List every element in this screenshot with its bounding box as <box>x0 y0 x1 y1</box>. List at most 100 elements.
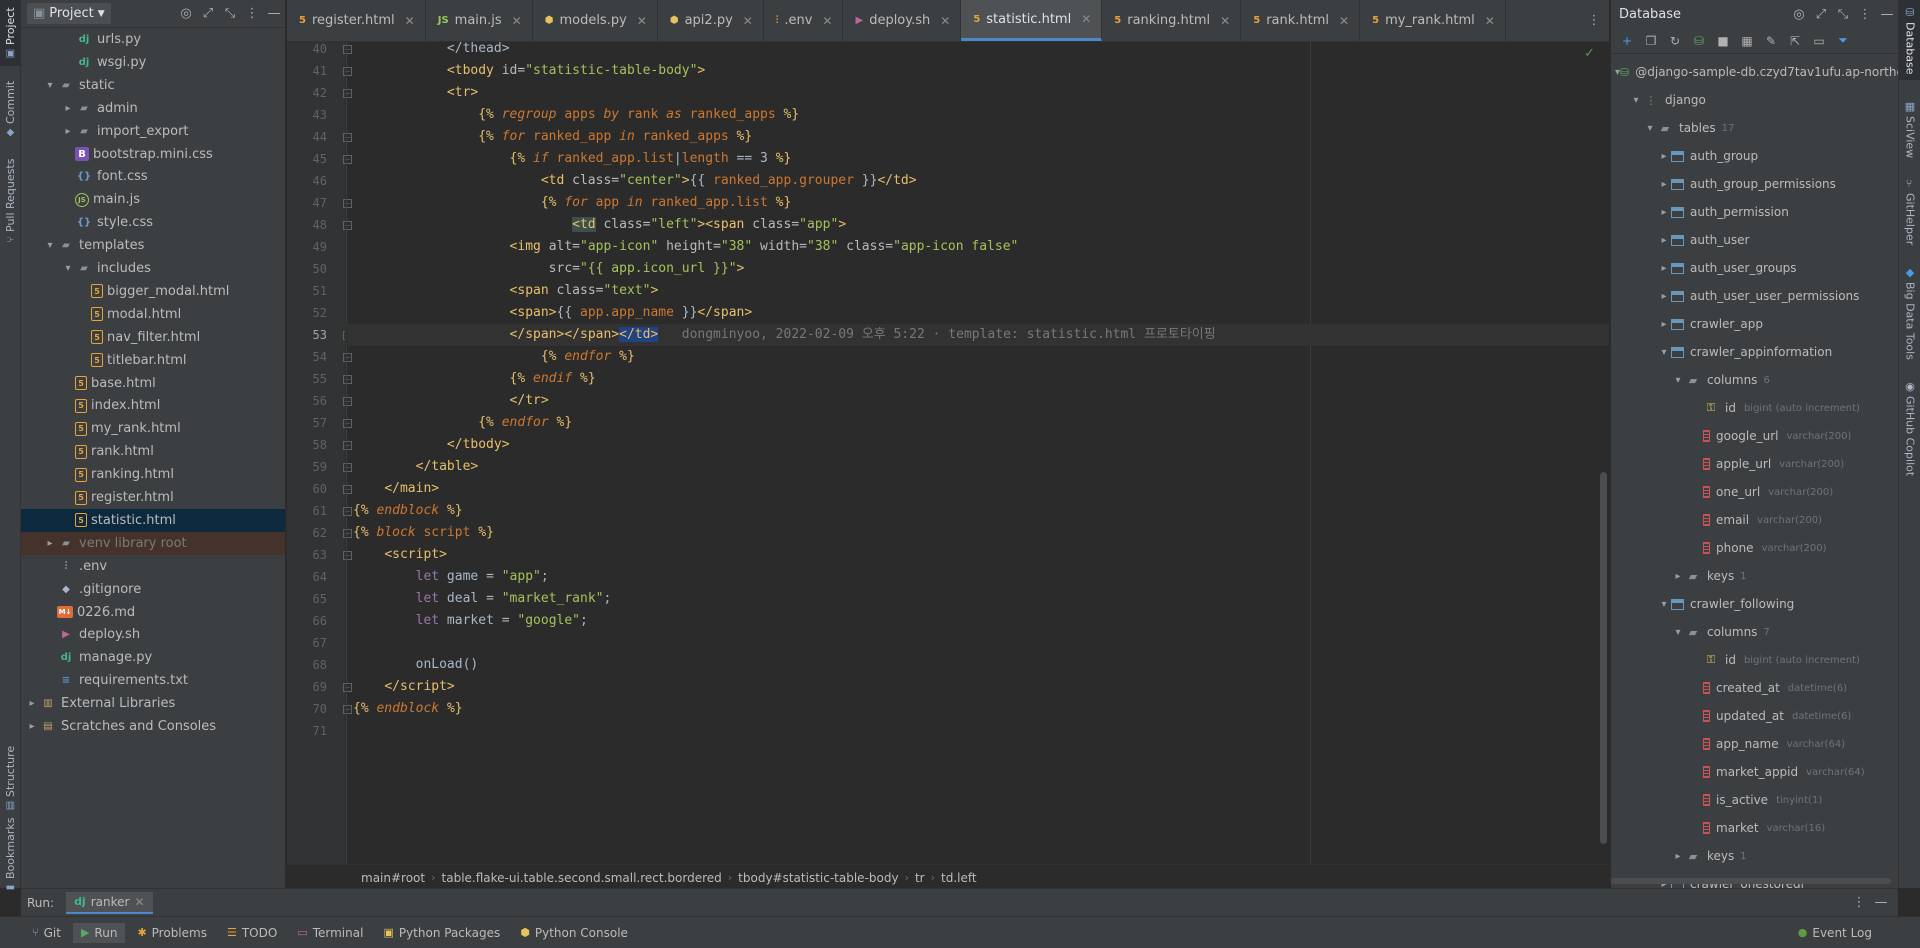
fold-close-icon[interactable]: − <box>343 397 352 406</box>
editor-tab[interactable]: ▶ deploy.sh ✕ <box>843 0 962 41</box>
project-tree-item[interactable]: 5 bigger_modal.html <box>21 280 285 303</box>
project-tree-item[interactable]: ▸ ▤ Scratches and Consoles <box>21 715 285 738</box>
project-tree-item[interactable]: dj wsgi.py <box>21 51 285 74</box>
collapse-all-icon[interactable]: ⤡ <box>1832 3 1854 25</box>
options-menu-icon[interactable]: ⋮ <box>1854 3 1876 25</box>
tool-tab-pull-requests[interactable]: ⑂ Pull Requests <box>0 152 21 252</box>
code-line[interactable]: <img alt="app-icon" height="38" width="3… <box>353 236 1019 258</box>
database-tree-item[interactable]: ▾ ⋮ django <box>1611 86 1898 114</box>
chevron-right-icon[interactable]: ▸ <box>1657 179 1671 190</box>
close-icon[interactable]: ✕ <box>940 14 950 28</box>
hide-panel-icon[interactable]: — <box>1870 892 1892 914</box>
database-tree-item[interactable]: app_name varchar(64) <box>1611 730 1898 758</box>
chevron-right-icon[interactable]: ▸ <box>1657 151 1671 162</box>
database-tree-item[interactable]: ⚿ id bigint (auto increment) <box>1611 394 1898 422</box>
fold-open-icon[interactable]: − <box>343 89 352 98</box>
fold-close-icon[interactable]: − <box>343 375 352 384</box>
project-tree-item[interactable]: 5 my_rank.html <box>21 417 285 440</box>
edit-source-icon[interactable]: ✎ <box>1761 31 1781 51</box>
expand-all-icon[interactable]: ⤢ <box>1810 3 1832 25</box>
code-line[interactable]: let game = "app"; <box>353 566 549 588</box>
refresh-icon[interactable]: ↻ <box>1665 31 1685 51</box>
project-tree-item[interactable]: {} style.css <box>21 211 285 234</box>
database-tree-item[interactable]: ▾ ▰ columns 7 <box>1611 618 1898 646</box>
fold-open-icon[interactable]: − <box>343 529 352 538</box>
database-tree-item[interactable]: ▸ crawler_app <box>1611 310 1898 338</box>
database-tree-item[interactable]: apple_url varchar(200) <box>1611 450 1898 478</box>
project-tree-item[interactable]: ▶ deploy.sh <box>21 623 285 646</box>
chevron-right-icon[interactable]: ▸ <box>61 103 75 114</box>
options-menu-icon[interactable]: ⋮ <box>241 3 263 25</box>
add-icon[interactable]: + <box>1617 31 1637 51</box>
close-icon[interactable]: ✕ <box>405 14 415 28</box>
code-line[interactable]: <span class="text"> <box>353 280 659 302</box>
code-line[interactable]: {% endblock %} <box>353 698 463 720</box>
run-config-tab[interactable]: dj ranker ✕ <box>66 891 153 914</box>
fold-close-icon[interactable]: − <box>343 419 352 428</box>
tool-tab-sciview[interactable]: ▦ SciView <box>1899 94 1920 164</box>
project-tree-item[interactable]: 5 base.html <box>21 372 285 395</box>
project-tree-item[interactable]: ▸ ▥ External Libraries <box>21 692 285 715</box>
chevron-down-icon[interactable]: ▾ <box>43 80 57 91</box>
editor-tab[interactable]: 5 rank.html ✕ <box>1241 0 1361 41</box>
fold-close-icon[interactable]: − <box>343 485 352 494</box>
database-tree-item[interactable]: ▸ auth_group_permissions <box>1611 170 1898 198</box>
project-tree-item[interactable]: 5 statistic.html <box>21 508 285 532</box>
project-tree-item[interactable]: ◆ .gitignore <box>21 578 285 601</box>
code-line[interactable]: {% if ranked_app.list|length == 3 %} <box>353 148 792 170</box>
project-tree-item[interactable]: Bbootstrap.mini.css <box>21 143 285 166</box>
project-tree-item[interactable]: M↓ 0226.md <box>21 601 285 624</box>
code-line[interactable]: let deal = "market_rank"; <box>353 588 612 610</box>
project-view-selector[interactable]: ▣ Project ▼ <box>27 3 111 24</box>
code-line[interactable]: {% endif %} <box>353 368 596 390</box>
stop-icon[interactable]: ■ <box>1713 31 1733 51</box>
tool-tab-big-data-tools[interactable]: ◆ Big Data Tools <box>1899 262 1920 364</box>
database-tree-item[interactable]: is_active tinyint(1) <box>1611 786 1898 814</box>
code-line[interactable]: <td class="center">{{ ranked_app.grouper… <box>353 170 917 192</box>
project-tree-item[interactable]: 5 titlebar.html <box>21 349 285 372</box>
project-tree-item[interactable]: 5 nav_filter.html <box>21 326 285 349</box>
database-tree-item[interactable]: ▸ auth_user <box>1611 226 1898 254</box>
project-tree-item[interactable]: ▾ ▰ includes <box>21 257 285 280</box>
close-icon[interactable]: ✕ <box>637 14 647 28</box>
jump-to-source-icon[interactable]: ⇱ <box>1785 31 1805 51</box>
fold-open-icon[interactable]: − <box>343 221 352 230</box>
close-icon[interactable]: ✕ <box>134 895 144 909</box>
code-line[interactable]: {% endfor %} <box>353 346 635 368</box>
console-icon[interactable]: ▭ <box>1809 31 1829 51</box>
editor-tab[interactable]: ⫶ .env ✕ <box>764 0 844 41</box>
database-tree-item[interactable]: ▾ crawler_appinformation <box>1611 338 1898 366</box>
code-line[interactable]: </thead> <box>353 42 510 60</box>
fold-close-icon[interactable]: − <box>343 705 352 714</box>
fold-close-icon[interactable]: − <box>343 683 352 692</box>
database-tree-item[interactable]: phone varchar(200) <box>1611 534 1898 562</box>
project-tree-item[interactable]: 5 register.html <box>21 486 285 509</box>
breadcrumb-item[interactable]: tbody#statistic-table-body <box>732 871 904 885</box>
chevron-right-icon[interactable]: ▸ <box>1657 291 1671 302</box>
fold-close-icon[interactable]: − <box>343 463 352 472</box>
fold-close-icon[interactable]: − <box>343 353 352 362</box>
options-menu-icon[interactable]: ⋮ <box>1848 892 1870 914</box>
code-line[interactable]: </main> <box>353 478 439 500</box>
database-tree-item[interactable]: ▸ ▰ keys 1 <box>1611 562 1898 590</box>
database-tree-item[interactable]: market varchar(16) <box>1611 814 1898 842</box>
database-tree-item[interactable]: market_appid varchar(64) <box>1611 758 1898 786</box>
database-tree-item[interactable]: ▾ ▰ tables 17 <box>1611 114 1898 142</box>
database-tree-item[interactable]: ▾ crawler_following <box>1611 590 1898 618</box>
project-tree-item[interactable]: ▾ ▰ templates <box>21 234 285 257</box>
schema-sync-icon[interactable]: ⛁ <box>1689 31 1709 51</box>
database-tree-item[interactable]: ▾ ⛁ @django-sample-db.czyd7tav1ufu.ap-nort… <box>1611 58 1898 86</box>
tool-window-button[interactable]: ☰ TODO <box>219 923 285 943</box>
inspection-ok-icon[interactable]: ✓ <box>1584 46 1595 61</box>
code-line[interactable]: </tr> <box>353 390 549 412</box>
target-icon[interactable]: ◎ <box>175 3 197 25</box>
code-line[interactable]: {% for app in ranked_app.list %} <box>353 192 791 214</box>
database-tree-item[interactable]: created_at datetime(6) <box>1611 674 1898 702</box>
breadcrumb-item[interactable]: td.left <box>935 871 983 885</box>
close-icon[interactable]: ✕ <box>1339 14 1349 28</box>
chevron-down-icon[interactable]: ▾ <box>61 263 75 274</box>
tool-tab-project[interactable]: ▣ Project <box>0 0 21 66</box>
database-tree-item[interactable]: ▾ ▰ columns 6 <box>1611 366 1898 394</box>
close-icon[interactable]: ✕ <box>1081 12 1091 26</box>
project-tree-item[interactable]: {} font.css <box>21 165 285 188</box>
